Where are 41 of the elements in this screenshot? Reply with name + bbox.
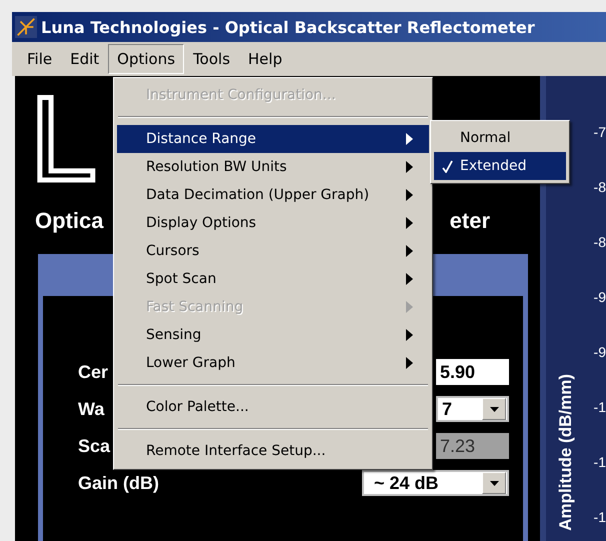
menu-item[interactable]: Remote Interface Setup... [117,437,429,465]
field-label: Cer [78,362,108,382]
axis-tick-label: -8 [594,234,606,252]
input-field[interactable]: 5.90 [436,359,509,385]
menu-item[interactable]: Display Options [117,209,429,237]
dropdown[interactable]: ~ 24 dB [362,470,509,496]
subtitle-text: Optica [35,208,104,234]
menu-item[interactable]: Color Palette... [117,393,429,421]
axis-tick-label: -9 [594,289,606,307]
menu-bar-item[interactable]: Options [108,44,184,74]
field-label: Sca [78,436,110,456]
window-title: Luna Technologies - Optical Backscatter Reflectometer [41,18,535,36]
dropdown-arrow-icon [490,480,498,486]
app-logo-icon [15,16,37,38]
subtitle-text: eter [450,208,490,234]
axis-tick-label: -1 [594,399,606,417]
menu-bar-item[interactable]: File [18,44,62,74]
menu-item[interactable]: Data Decimation (Upper Graph) [117,181,429,209]
readonly-field: 7.23 [436,433,509,459]
menu-bar-item[interactable]: Edit [61,44,108,74]
axis-tick-label: -7 [594,124,606,142]
axis-title: Amplitude (dB/mm) [556,374,576,531]
menu-item[interactable]: Resolution BW Units [117,153,429,181]
menu-bar-item[interactable]: Tools [184,44,240,74]
menu-item[interactable]: Extended [434,152,566,180]
axis-tick-label: -1 [594,509,606,527]
logo-letter: L [30,84,97,194]
field-label: Gain (dB) [78,472,159,494]
dropdown-arrow-icon [490,406,498,412]
menu-item[interactable]: Sensing [117,321,429,349]
menu-bar-item[interactable]: Help [239,44,292,74]
menu-item[interactable]: Normal [434,124,566,152]
menu-item[interactable]: Cursors [117,237,429,265]
menu-item[interactable]: Lower Graph [117,349,429,377]
axis-tick-label: -8 [594,179,606,197]
axis-tick-label: -9 [594,344,606,362]
dropdown[interactable]: 7 [436,396,509,422]
menu-item[interactable]: Distance Range [117,125,429,153]
field-label: Wa [78,398,104,420]
menu-item[interactable]: Spot Scan [117,265,429,293]
axis-tick-label: -1 [594,454,606,472]
